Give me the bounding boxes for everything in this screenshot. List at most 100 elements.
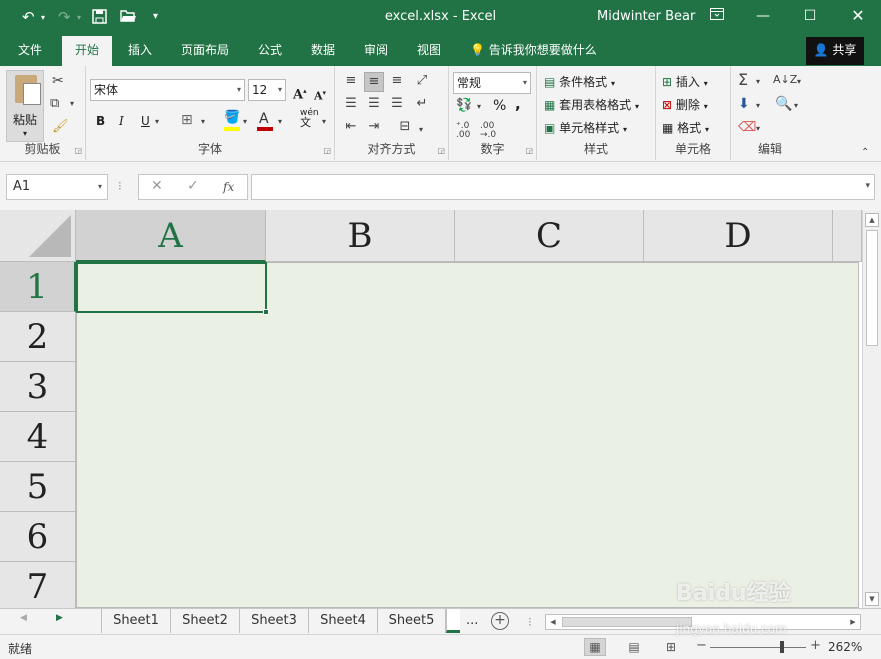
phonetic-button[interactable]: wén 文	[300, 108, 319, 129]
copy-dropdown-icon[interactable]: ▾	[70, 100, 74, 108]
row-header-5[interactable]: 5	[0, 462, 76, 512]
tab-home[interactable]: 开始	[62, 36, 112, 66]
save-icon[interactable]	[92, 9, 107, 28]
column-header-a[interactable]: A	[76, 210, 266, 262]
copy-icon[interactable]: ⧉	[50, 97, 59, 110]
redo-dropdown-icon[interactable]: ▾	[77, 13, 81, 22]
share-button[interactable]: 👤 共享	[806, 37, 864, 65]
font-color-dropdown-icon[interactable]: ▾	[278, 118, 282, 126]
name-box[interactable]: A1 ▾	[6, 174, 108, 200]
top-align-icon[interactable]: ≡	[341, 72, 361, 92]
undo-dropdown-icon[interactable]: ▾	[41, 13, 45, 22]
ribbon-display-options-icon[interactable]	[694, 0, 740, 32]
collapse-ribbon-icon[interactable]: ⌃	[861, 148, 869, 158]
bottom-align-icon[interactable]: ≡	[387, 72, 407, 92]
autosum-icon[interactable]: Σ	[738, 72, 748, 88]
sheet-tab-sheet2[interactable]: Sheet2	[170, 609, 239, 633]
expand-formula-bar-icon[interactable]: ▾	[865, 181, 870, 191]
increase-decimal-icon[interactable]: ⁺.0.00	[456, 122, 470, 140]
scroll-left-icon[interactable]: ◀	[546, 615, 560, 629]
tab-file[interactable]: 文件	[4, 36, 56, 66]
font-size-combo[interactable]: 12 ▾	[248, 79, 286, 101]
row-header-2[interactable]: 2	[0, 312, 76, 362]
format-painter-icon[interactable]: 🖌	[52, 120, 69, 133]
clipboard-launcher-icon[interactable]: ◲	[74, 146, 82, 155]
percent-button[interactable]: %	[493, 98, 506, 114]
row-header-4[interactable]: 4	[0, 412, 76, 462]
undo-icon[interactable]: ↶	[22, 8, 35, 26]
sheet-tab-sheet5[interactable]: Sheet5	[377, 609, 446, 633]
insert-cells-button[interactable]: ⊞ 插入 ▾	[662, 74, 708, 92]
column-header-d[interactable]: D	[644, 210, 833, 262]
font-launcher-icon[interactable]: ◲	[323, 146, 331, 155]
row-header-7[interactable]: 7	[0, 562, 76, 608]
accounting-dropdown-icon[interactable]: ▾	[477, 103, 481, 111]
redo-icon[interactable]: ↷	[58, 8, 71, 26]
column-header-b[interactable]: B	[266, 210, 455, 262]
fill-icon[interactable]: ⬇	[738, 97, 750, 111]
borders-dropdown-icon[interactable]: ▾	[201, 118, 205, 126]
conditional-formatting-button[interactable]: ▤ 条件格式 ▾	[544, 74, 615, 92]
maximize-button[interactable]: ☐	[787, 0, 833, 32]
active-cell-a1[interactable]	[76, 262, 269, 315]
scroll-down-icon[interactable]: ▼	[865, 592, 879, 606]
wrap-text-icon[interactable]: ↵	[412, 95, 432, 115]
orientation-icon[interactable]: ⤢	[412, 72, 432, 92]
find-select-icon[interactable]: 🔍	[775, 97, 792, 111]
italic-button[interactable]: I	[119, 113, 124, 129]
cell-styles-button[interactable]: ▣ 单元格样式 ▾	[544, 120, 627, 138]
decrease-decimal-icon[interactable]: .00 →.0	[480, 122, 496, 140]
merge-center-icon[interactable]: ⊟	[395, 118, 415, 138]
scroll-up-icon[interactable]: ▲	[865, 213, 879, 227]
cancel-entry-icon[interactable]: ✕	[151, 178, 163, 194]
font-name-combo[interactable]: 宋体 ▾	[90, 79, 245, 101]
align-right-icon[interactable]: ☰	[387, 95, 407, 115]
format-cells-button[interactable]: ▦ 格式 ▾	[662, 120, 709, 138]
paste-button[interactable]: 粘贴 ▾	[6, 70, 44, 142]
phonetic-dropdown-icon[interactable]: ▾	[322, 118, 326, 126]
autosum-dropdown-icon[interactable]: ▾	[756, 78, 760, 86]
comma-button[interactable]: ,	[515, 96, 521, 112]
vertical-scrollbar[interactable]: ▲ ▼	[862, 210, 881, 608]
fill-dropdown-icon[interactable]: ▾	[756, 102, 760, 110]
font-color-button[interactable]: A	[259, 111, 269, 127]
sort-filter-dropdown-icon[interactable]: ▾	[797, 78, 801, 86]
zoom-level[interactable]: 262%	[828, 640, 862, 654]
increase-indent-icon[interactable]: ⇥	[364, 118, 384, 138]
align-left-icon[interactable]: ☰	[341, 95, 361, 115]
fill-color-icon[interactable]: 🪣	[224, 111, 240, 124]
confirm-entry-icon[interactable]: ✓	[187, 178, 199, 194]
decrease-indent-icon[interactable]: ⇤	[341, 118, 361, 138]
horizontal-scroll-thumb[interactable]	[562, 617, 692, 627]
sheet-tab-sheet3[interactable]: Sheet3	[239, 609, 308, 633]
sheet-tab-sheet4[interactable]: Sheet4	[308, 609, 377, 633]
bold-button[interactable]: B	[96, 113, 105, 129]
tell-me-box[interactable]: 💡 告诉我你想要做什么	[470, 36, 597, 66]
open-folder-icon[interactable]	[120, 9, 137, 27]
sheet-tab-sheet1[interactable]: Sheet1	[101, 609, 170, 633]
sheet-tab-active-partial[interactable]	[446, 609, 460, 633]
alignment-launcher-icon[interactable]: ◲	[437, 146, 445, 155]
fill-color-dropdown-icon[interactable]: ▾	[243, 118, 247, 126]
formula-input[interactable]: ▾	[251, 174, 875, 200]
zoom-out-icon[interactable]: −	[696, 638, 707, 653]
find-select-dropdown-icon[interactable]: ▾	[794, 102, 798, 110]
accounting-format-icon[interactable]: 💱	[456, 99, 472, 112]
cut-icon[interactable]: ✂	[52, 74, 64, 88]
tab-view[interactable]: 视图	[405, 36, 453, 66]
scroll-sheets-right-icon[interactable]: ▶	[56, 613, 63, 623]
merge-dropdown-icon[interactable]: ▾	[419, 126, 423, 134]
underline-dropdown-icon[interactable]: ▾	[155, 118, 159, 126]
select-all-button[interactable]	[0, 210, 76, 262]
scroll-right-icon[interactable]: ▶	[846, 615, 860, 629]
formula-bar-resize-icon[interactable]: ⁝	[118, 179, 122, 193]
row-header-1[interactable]: 1	[0, 262, 76, 312]
tab-split-handle-icon[interactable]: ⁝	[528, 616, 532, 628]
user-name[interactable]: Midwinter Bear	[597, 9, 695, 24]
column-header-partial[interactable]	[833, 210, 862, 262]
fill-handle[interactable]	[263, 309, 269, 315]
middle-align-icon[interactable]: ≡	[364, 72, 384, 92]
clear-dropdown-icon[interactable]: ▾	[756, 125, 760, 133]
number-format-combo[interactable]: 常规 ▾	[453, 72, 531, 94]
page-layout-view-icon[interactable]: ▤	[623, 638, 645, 656]
